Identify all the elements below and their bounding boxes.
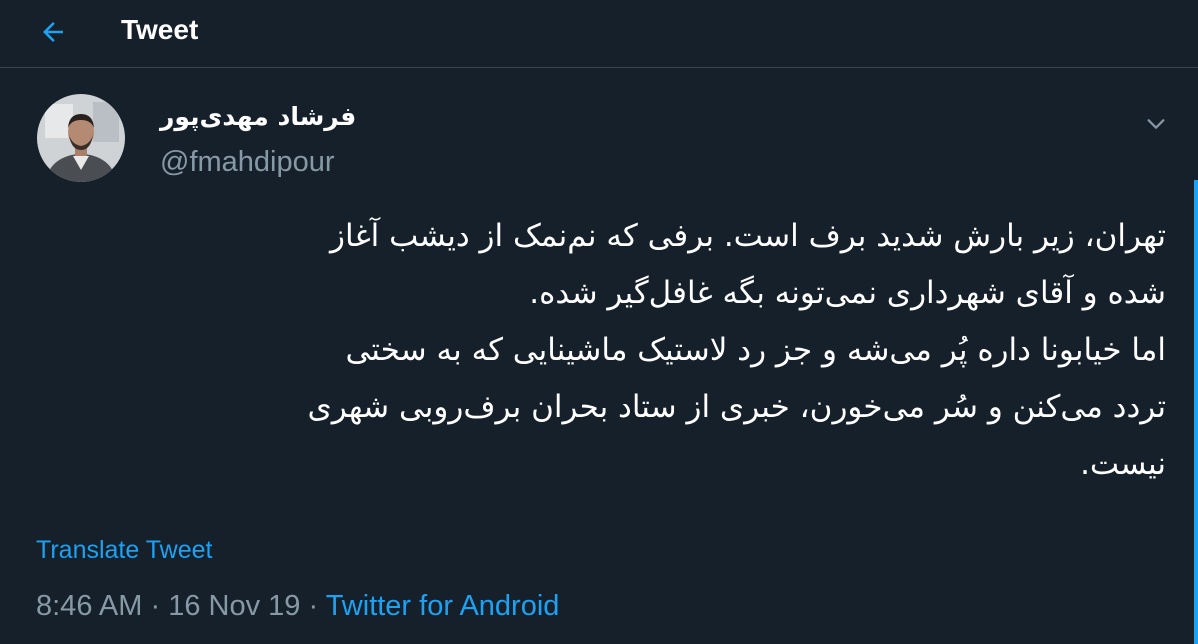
scrollbar[interactable] [1194, 180, 1198, 644]
top-bar: Tweet [0, 0, 1198, 68]
back-button[interactable] [30, 12, 76, 52]
tweet-text-line: نیست. [1080, 446, 1166, 482]
tweet-time: 8:46 AM [36, 590, 143, 622]
meta-separator: · [150, 590, 161, 622]
tweet-text-line: شده و آقای شهرداری نمی‌تونه بگه غافل‌گیر… [529, 275, 1166, 311]
translate-tweet-link[interactable]: Translate Tweet [36, 533, 212, 567]
page-title: Tweet [121, 14, 199, 45]
arrow-left-icon [43, 22, 63, 42]
tweet-date: 16 Nov 19 [168, 590, 301, 622]
tweet-text-line: اما خیابونا داره پُر می‌شه و جز رد لاستی… [345, 332, 1166, 368]
tweet-text-line: تهران، زیر بارش شدید برف است. برفی که نم… [330, 218, 1166, 254]
avatar[interactable] [37, 94, 125, 182]
chevron-down-icon [1147, 119, 1165, 129]
tweet-text-line: تردد می‌کنن و سُر می‌خورن، خبری از ستاد … [307, 389, 1166, 425]
tweet-source-link[interactable]: Twitter for Android [326, 590, 560, 622]
tweet-meta: 8:46 AM · 16 Nov 19 · Twitter for Androi… [36, 588, 559, 624]
author-handle[interactable]: @fmahdipour [160, 144, 335, 180]
author-display-name[interactable]: فرشاد مهدی‌پور [160, 100, 360, 134]
tweet-menu-button[interactable] [1140, 108, 1172, 140]
tweet-text: تهران، زیر بارش شدید برف است. برفی که نم… [36, 208, 1166, 493]
meta-separator: · [308, 590, 319, 622]
